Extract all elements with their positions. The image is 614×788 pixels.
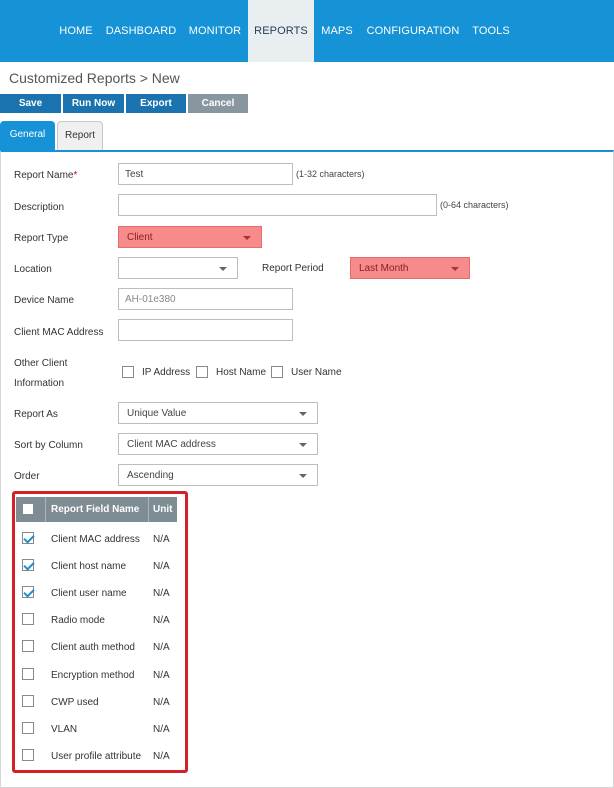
- field-unit-auth-method: N/A: [153, 642, 170, 653]
- description-label: Description: [14, 202, 65, 213]
- device-name-label: Device Name: [14, 295, 75, 306]
- report-name-hint: (1-32 characters): [296, 169, 365, 179]
- order-value: Ascending: [127, 470, 174, 481]
- field-checkbox-user-profile[interactable]: [22, 749, 34, 761]
- report-as-label: Report As: [14, 409, 58, 420]
- field-name-auth-method: Client auth method: [51, 642, 135, 653]
- field-unit-client-host: N/A: [153, 561, 170, 572]
- field-name-vlan: VLAN: [51, 724, 78, 735]
- field-checkbox-auth-method[interactable]: [22, 640, 34, 652]
- report-period-select[interactable]: Last Month: [350, 257, 470, 279]
- field-checkbox-vlan[interactable]: [22, 722, 34, 734]
- host-name-label: Host Name: [216, 367, 267, 378]
- report-name-input[interactable]: [118, 163, 293, 185]
- other-client-info-label-1: Other Client: [14, 358, 68, 369]
- ip-address-label: IP Address: [142, 367, 191, 378]
- unit-header[interactable]: Unit: [153, 497, 172, 522]
- report-name-label: Report Name*: [14, 170, 78, 181]
- host-name-checkbox[interactable]: [196, 366, 208, 378]
- field-unit-encryption: N/A: [153, 670, 170, 681]
- chevron-down-icon: [243, 236, 251, 240]
- required-mark: *: [73, 170, 78, 181]
- header-divider: [45, 497, 46, 522]
- nav-maps[interactable]: MAPS: [314, 0, 360, 62]
- field-name-header[interactable]: Report Field Name: [51, 497, 139, 522]
- device-name-input[interactable]: [118, 288, 293, 310]
- sort-by-value: Client MAC address: [127, 439, 216, 450]
- chevron-down-icon: [299, 412, 307, 416]
- cancel-button[interactable]: Cancel: [188, 94, 248, 113]
- field-checkbox-client-mac[interactable]: [22, 532, 34, 544]
- ip-address-checkbox[interactable]: [122, 366, 134, 378]
- field-unit-cwp: N/A: [153, 697, 170, 708]
- field-name-client-host: Client host name: [51, 561, 127, 572]
- field-name-client-user: Client user name: [51, 588, 127, 599]
- field-name-radio-mode: Radio mode: [51, 615, 105, 626]
- location-select[interactable]: [118, 257, 238, 279]
- sort-by-select[interactable]: Client MAC address: [118, 433, 318, 455]
- description-hint: (0-64 characters): [440, 200, 509, 210]
- chevron-down-icon: [451, 267, 459, 271]
- report-type-select[interactable]: Client: [118, 226, 262, 248]
- order-select[interactable]: Ascending: [118, 464, 318, 486]
- nav-tools[interactable]: TOOLS: [466, 0, 516, 62]
- field-unit-user-profile: N/A: [153, 751, 170, 762]
- other-client-info-label-2: Information: [14, 378, 65, 389]
- report-fields-header: Report Field Name Unit: [16, 497, 177, 522]
- report-as-value: Unique Value: [127, 408, 187, 419]
- field-checkbox-client-user[interactable]: [22, 586, 34, 598]
- report-period-value: Last Month: [359, 263, 409, 274]
- report-period-label: Report Period: [262, 263, 324, 274]
- nav-monitor[interactable]: MONITOR: [182, 0, 248, 62]
- field-name-cwp: CWP used: [51, 697, 99, 708]
- nav-dashboard[interactable]: DASHBOARD: [100, 0, 182, 62]
- field-name-user-profile: User profile attribute: [51, 751, 142, 762]
- field-unit-radio-mode: N/A: [153, 615, 170, 626]
- client-mac-input[interactable]: [118, 319, 293, 341]
- export-button[interactable]: Export: [126, 94, 186, 113]
- field-checkbox-cwp[interactable]: [22, 695, 34, 707]
- report-type-value: Client: [127, 232, 153, 243]
- field-unit-client-user: N/A: [153, 588, 170, 599]
- description-input[interactable]: [118, 194, 437, 216]
- header-divider: [148, 497, 149, 522]
- field-checkbox-encryption[interactable]: [22, 668, 34, 680]
- nav-reports[interactable]: REPORTS: [248, 0, 314, 62]
- sort-by-label: Sort by Column: [14, 440, 83, 451]
- chevron-down-icon: [299, 474, 307, 478]
- run-now-button[interactable]: Run Now: [63, 94, 124, 113]
- field-name-encryption: Encryption method: [51, 670, 135, 681]
- field-checkbox-client-host[interactable]: [22, 559, 34, 571]
- field-name-client-mac: Client MAC address: [51, 534, 140, 545]
- save-button[interactable]: Save: [0, 94, 61, 113]
- field-unit-client-mac: N/A: [153, 534, 170, 545]
- user-name-label: User Name: [291, 367, 342, 378]
- chevron-down-icon: [219, 267, 227, 271]
- order-label: Order: [14, 471, 40, 482]
- field-unit-vlan: N/A: [153, 724, 170, 735]
- tab-general[interactable]: General: [0, 121, 55, 150]
- breadcrumb: Customized Reports > New: [9, 70, 180, 86]
- select-all-checkbox[interactable]: [22, 503, 34, 515]
- chevron-down-icon: [299, 443, 307, 447]
- nav-home[interactable]: HOME: [52, 0, 100, 62]
- client-mac-label: Client MAC Address: [14, 327, 104, 338]
- tab-report[interactable]: Report: [57, 121, 103, 150]
- location-label: Location: [14, 264, 52, 275]
- field-checkbox-radio-mode[interactable]: [22, 613, 34, 625]
- user-name-checkbox[interactable]: [271, 366, 283, 378]
- top-nav-bar: HOME DASHBOARD MONITOR REPORTS MAPS CONF…: [0, 0, 614, 62]
- report-as-select[interactable]: Unique Value: [118, 402, 318, 424]
- report-type-label: Report Type: [14, 233, 69, 244]
- nav-configuration[interactable]: CONFIGURATION: [360, 0, 466, 62]
